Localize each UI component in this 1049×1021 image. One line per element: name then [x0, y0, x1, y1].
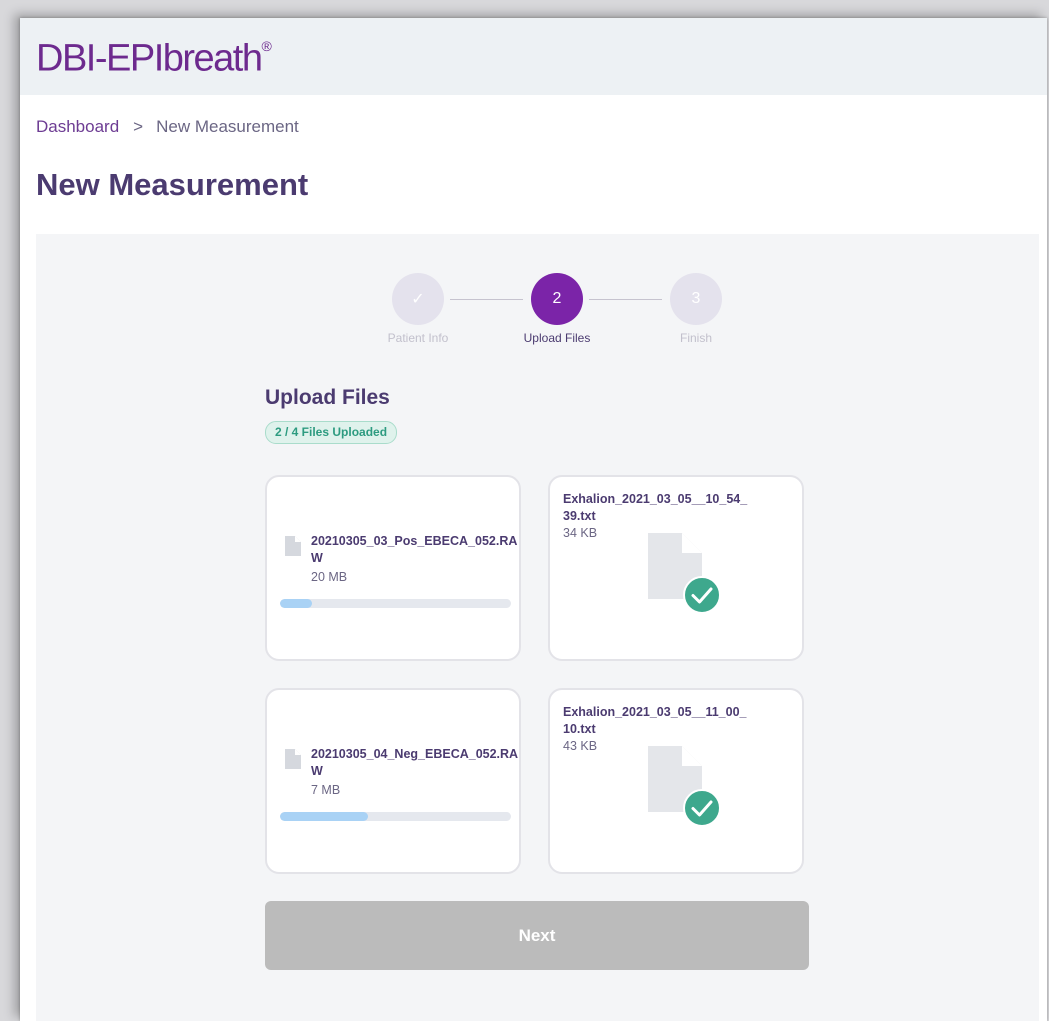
file-size: 43 KB: [563, 739, 598, 753]
page-title: New Measurement: [36, 167, 309, 202]
brand-logo[interactable]: DBI-EPIbreath®: [36, 30, 272, 81]
app-header: DBI-EPIbreath®: [20, 18, 1047, 95]
step-upload-files-label: Upload Files: [523, 331, 591, 345]
upload-status-badge: 2 / 4 Files Uploaded: [265, 421, 398, 444]
file-name: Exhalion_2021_03_05__10_54_39.txt: [563, 492, 748, 523]
file-card-uploading[interactable]: 20210305_03_Pos_EBECA_052.RAW 20 MB: [265, 475, 521, 661]
stepper-connector-2: [589, 299, 662, 300]
file-name: 20210305_04_Neg_EBECA_052.RAW: [311, 747, 519, 778]
breadcrumb-current: New Measurement: [156, 117, 299, 136]
file-card-uploaded[interactable]: Exhalion_2021_03_05__10_54_39.txt 34 KB: [548, 475, 804, 661]
step-number: 2: [552, 290, 562, 307]
content-panel: ✓ Patient Info 2 Upload Files 3 Finish U…: [36, 234, 1039, 1021]
file-card-uploaded[interactable]: Exhalion_2021_03_05__11_00_10.txt 43 KB: [548, 688, 804, 874]
file-name: Exhalion_2021_03_05__11_00_10.txt: [563, 705, 747, 736]
file-icon: [285, 536, 301, 556]
step-patient-info-label: Patient Info: [387, 331, 449, 345]
breadcrumb-separator: >: [133, 117, 144, 136]
upload-success-check-icon: [683, 789, 721, 827]
step-patient-info-circle[interactable]: ✓: [392, 273, 444, 325]
upload-files-title: Upload Files: [265, 386, 390, 409]
next-button[interactable]: Next: [265, 901, 809, 970]
check-icon: ✓: [411, 291, 425, 308]
upload-success-check-icon: [683, 576, 721, 614]
upload-progress-fill: [280, 812, 368, 821]
file-name: 20210305_03_Pos_EBECA_052.RAW: [311, 534, 518, 565]
step-upload-files-circle[interactable]: 2: [531, 273, 583, 325]
stepper-connector-1: [450, 299, 523, 300]
breadcrumb-dashboard-link[interactable]: Dashboard: [36, 117, 119, 136]
file-size: 20 MB: [311, 570, 348, 584]
breadcrumb: Dashboard > New Measurement: [36, 117, 299, 137]
step-finish-label: Finish: [679, 331, 712, 345]
step-number: 3: [691, 290, 701, 307]
file-size: 34 KB: [563, 526, 598, 540]
upload-progress-bar: [280, 812, 511, 821]
upload-progress-bar: [280, 599, 511, 608]
upload-progress-fill: [280, 599, 313, 608]
logo-text: DBI-EPIbreath: [36, 37, 263, 80]
file-icon: [285, 749, 301, 769]
step-finish-circle[interactable]: 3: [670, 273, 722, 325]
file-card-uploading[interactable]: 20210305_04_Neg_EBECA_052.RAW 7 MB: [265, 688, 521, 874]
registered-mark: ®: [261, 38, 272, 54]
app-window: DBI-EPIbreath® Dashboard > New Measurement…: [20, 18, 1047, 1021]
file-size: 7 MB: [311, 783, 341, 797]
